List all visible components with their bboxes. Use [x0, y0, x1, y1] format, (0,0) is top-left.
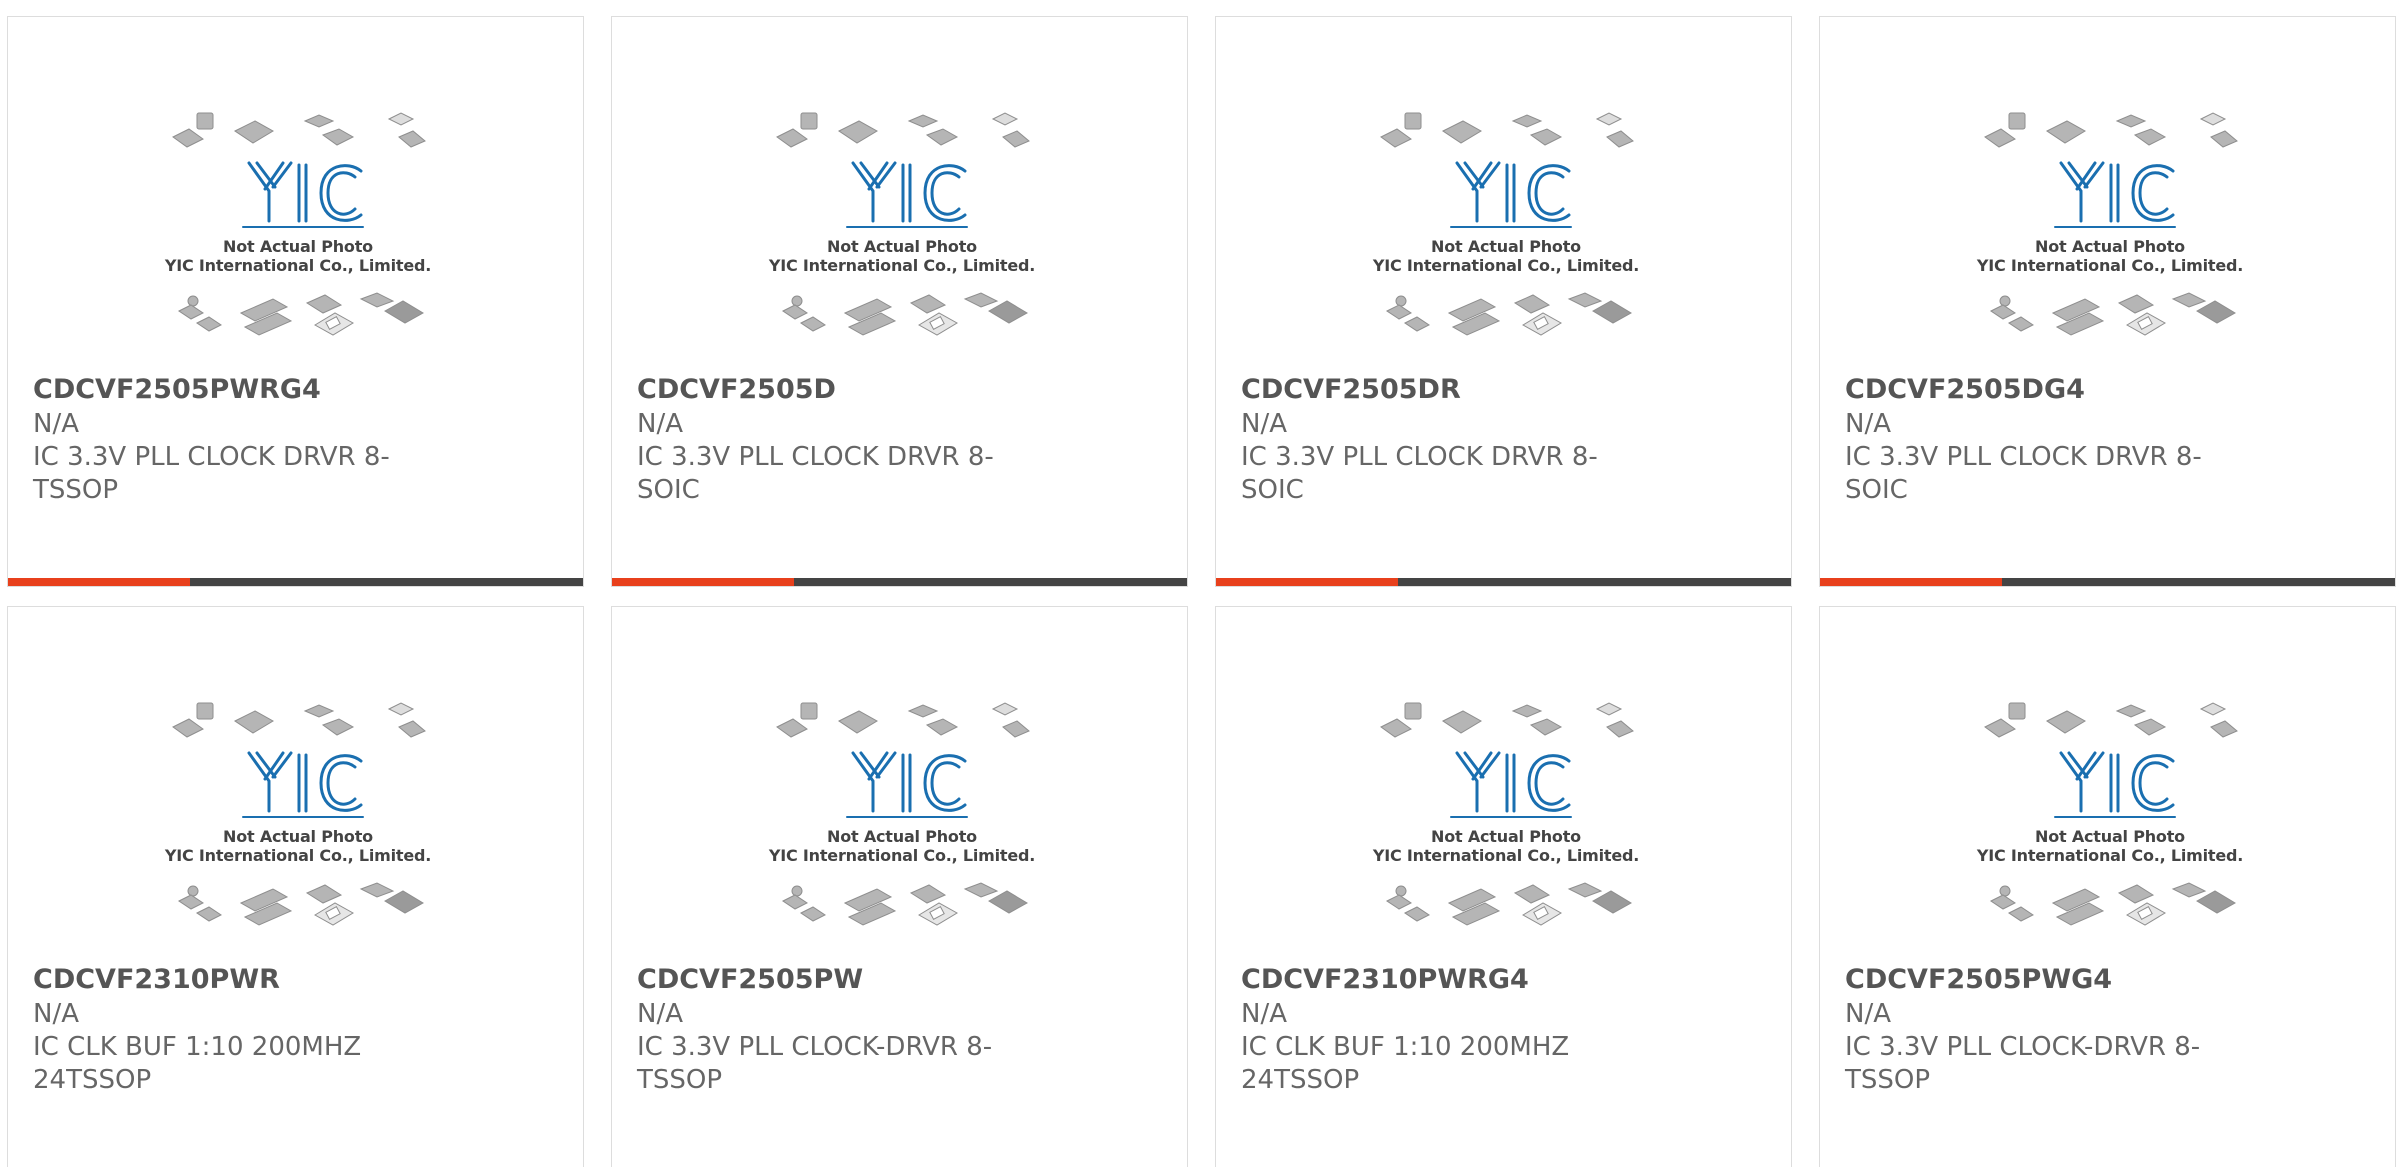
manufacturer-text: N/A [637, 409, 683, 439]
product-description: IC 3.3V PLL CLOCK DRVR 8-TSSOP [33, 442, 390, 505]
image-caption: Not Actual Photo YIC International Co., L… [163, 827, 433, 865]
image-caption-line-1: Not Actual Photo [2035, 237, 2185, 256]
image-caption: Not Actual Photo YIC International Co., L… [163, 237, 433, 275]
product-description: IC 3.3V PLL CLOCK DRVR 8-SOIC [1845, 442, 2202, 505]
yic-placeholder-icon [1984, 112, 2238, 336]
yic-placeholder-icon [776, 112, 1030, 336]
part-number-link[interactable]: CDCVF2505DG4 [1845, 372, 2245, 408]
image-caption-line-1: Not Actual Photo [2035, 827, 2185, 846]
product-info: CDCVF2505PW N/A IC 3.3V PLL CLOCK-DRVR 8-T… [637, 962, 1037, 1097]
part-number-link[interactable]: CDCVF2310PWR [33, 962, 433, 998]
image-caption: Not Actual Photo YIC International Co., L… [1975, 827, 2245, 865]
product-image[interactable]: Not Actual Photo YIC International Co., L… [163, 105, 433, 361]
part-number-link[interactable]: CDCVF2310PWRG4 [1241, 962, 1641, 998]
image-caption-line-2: YIC International Co., Limited. [1372, 846, 1640, 865]
product-description: IC 3.3V PLL CLOCK-DRVR 8-TSSOP [1845, 1032, 2201, 1095]
card-accent-bar [1216, 578, 1398, 586]
product-card[interactable]: Not Actual Photo YIC International Co., L… [1215, 16, 1792, 587]
card-accent-bar [8, 578, 190, 586]
card-bottom-bar [1820, 578, 2395, 586]
image-caption-line-1: Not Actual Photo [1431, 827, 1581, 846]
card-bottom-bar [8, 578, 583, 586]
image-caption-line-2: YIC International Co., Limited. [1976, 256, 2244, 275]
yic-placeholder-icon [172, 702, 426, 926]
yic-placeholder-icon [1984, 702, 2238, 926]
image-caption-line-1: Not Actual Photo [223, 827, 373, 846]
product-info: CDCVF2310PWRG4 N/A IC CLK BUF 1:10 200MHZ … [1241, 962, 1641, 1097]
product-info: CDCVF2310PWR N/A IC CLK BUF 1:10 200MHZ 24… [33, 962, 433, 1097]
manufacturer-text: N/A [637, 999, 683, 1029]
product-description: IC 3.3V PLL CLOCK-DRVR 8-TSSOP [637, 1032, 993, 1095]
image-caption: Not Actual Photo YIC International Co., L… [1371, 237, 1641, 275]
card-accent-bar [1820, 578, 2002, 586]
image-caption-line-1: Not Actual Photo [827, 237, 977, 256]
manufacturer-text: N/A [1845, 409, 1891, 439]
part-number-link[interactable]: CDCVF2505PW [637, 962, 1037, 998]
product-image[interactable]: Not Actual Photo YIC International Co., L… [1975, 695, 2245, 951]
product-description: IC CLK BUF 1:10 200MHZ 24TSSOP [1241, 1032, 1570, 1095]
product-card[interactable]: Not Actual Photo YIC International Co., L… [611, 606, 1188, 1167]
product-card[interactable]: Not Actual Photo YIC International Co., L… [1215, 606, 1792, 1167]
manufacturer-text: N/A [1241, 409, 1287, 439]
manufacturer-text: N/A [1241, 999, 1287, 1029]
product-info: CDCVF2505DG4 N/A IC 3.3V PLL CLOCK DRVR 8-… [1845, 372, 2245, 507]
product-description: IC 3.3V PLL CLOCK DRVR 8-SOIC [1241, 442, 1598, 505]
product-image[interactable]: Not Actual Photo YIC International Co., L… [1371, 105, 1641, 361]
product-description: IC CLK BUF 1:10 200MHZ 24TSSOP [33, 1032, 362, 1095]
image-caption-line-2: YIC International Co., Limited. [164, 256, 432, 275]
product-card[interactable]: Not Actual Photo YIC International Co., L… [1819, 606, 2396, 1167]
image-caption-line-1: Not Actual Photo [223, 237, 373, 256]
image-caption-line-1: Not Actual Photo [827, 827, 977, 846]
card-accent-bar [612, 578, 794, 586]
card-bottom-bar [612, 578, 1187, 586]
product-card[interactable]: Not Actual Photo YIC International Co., L… [611, 16, 1188, 587]
image-caption: Not Actual Photo YIC International Co., L… [767, 827, 1037, 865]
product-info: CDCVF2505DR N/A IC 3.3V PLL CLOCK DRVR 8-S… [1241, 372, 1641, 507]
part-number-link[interactable]: CDCVF2505D [637, 372, 1037, 408]
product-card[interactable]: Not Actual Photo YIC International Co., L… [7, 16, 584, 587]
yic-placeholder-icon [172, 112, 426, 336]
product-card[interactable]: Not Actual Photo YIC International Co., L… [1819, 16, 2396, 587]
part-number-link[interactable]: CDCVF2505DR [1241, 372, 1641, 408]
product-grid: Not Actual Photo YIC International Co., L… [0, 0, 2400, 1167]
product-info: CDCVF2505PWRG4 N/A IC 3.3V PLL CLOCK DRVR … [33, 372, 433, 507]
part-number-link[interactable]: CDCVF2505PWG4 [1845, 962, 2245, 998]
yic-placeholder-icon [1380, 112, 1634, 336]
image-caption-line-2: YIC International Co., Limited. [1372, 256, 1640, 275]
image-caption-line-1: Not Actual Photo [1431, 237, 1581, 256]
manufacturer-text: N/A [33, 999, 79, 1029]
image-caption: Not Actual Photo YIC International Co., L… [767, 237, 1037, 275]
image-caption: Not Actual Photo YIC International Co., L… [1371, 827, 1641, 865]
manufacturer-text: N/A [33, 409, 79, 439]
product-image[interactable]: Not Actual Photo YIC International Co., L… [767, 105, 1037, 361]
image-caption: Not Actual Photo YIC International Co., L… [1975, 237, 2245, 275]
card-bottom-bar [1216, 578, 1791, 586]
product-info: CDCVF2505PWG4 N/A IC 3.3V PLL CLOCK-DRVR 8… [1845, 962, 2245, 1097]
product-description: IC 3.3V PLL CLOCK DRVR 8-SOIC [637, 442, 994, 505]
product-info: CDCVF2505D N/A IC 3.3V PLL CLOCK DRVR 8-SO… [637, 372, 1037, 507]
image-caption-line-2: YIC International Co., Limited. [1976, 846, 2244, 865]
product-image[interactable]: Not Actual Photo YIC International Co., L… [1371, 695, 1641, 951]
product-image[interactable]: Not Actual Photo YIC International Co., L… [1975, 105, 2245, 361]
yic-placeholder-icon [776, 702, 1030, 926]
product-image[interactable]: Not Actual Photo YIC International Co., L… [767, 695, 1037, 951]
product-card[interactable]: Not Actual Photo YIC International Co., L… [7, 606, 584, 1167]
part-number-link[interactable]: CDCVF2505PWRG4 [33, 372, 433, 408]
image-caption-line-2: YIC International Co., Limited. [768, 846, 1036, 865]
product-image[interactable]: Not Actual Photo YIC International Co., L… [163, 695, 433, 951]
yic-placeholder-icon [1380, 702, 1634, 926]
image-caption-line-2: YIC International Co., Limited. [164, 846, 432, 865]
image-caption-line-2: YIC International Co., Limited. [768, 256, 1036, 275]
manufacturer-text: N/A [1845, 999, 1891, 1029]
